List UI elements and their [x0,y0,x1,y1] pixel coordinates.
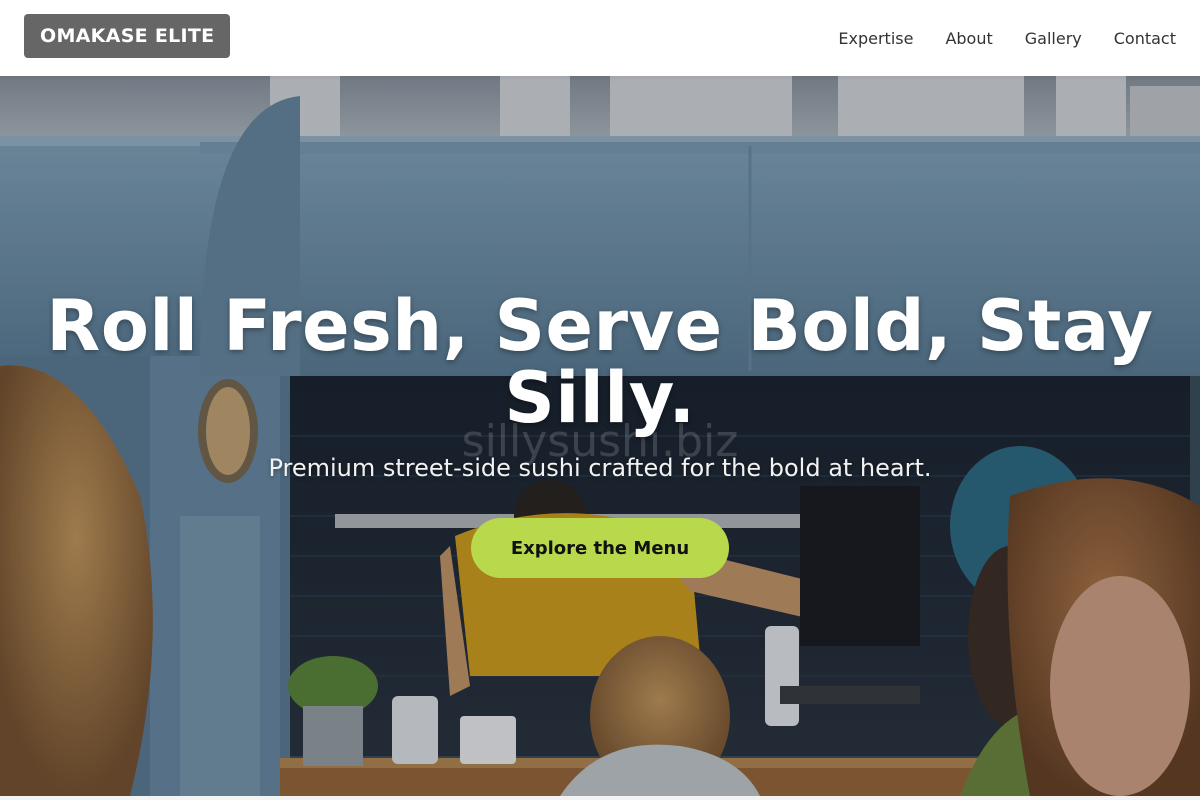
site-header: OMAKASE ELITE Expertise About Gallery Co… [0,0,1200,76]
page-bottom-strip [0,796,1200,800]
explore-menu-button[interactable]: Explore the Menu [471,518,729,578]
hero-section: sillysushi.biz Roll Fresh, Serve Bold, S… [0,76,1200,796]
hero-headline: Roll Fresh, Serve Bold, Stay Silly. [46,285,1154,439]
nav-link-about[interactable]: About [945,29,992,48]
nav-link-gallery[interactable]: Gallery [1025,29,1082,48]
main-nav: Expertise About Gallery Contact [838,29,1176,48]
brand-logo[interactable]: OMAKASE ELITE [24,14,231,58]
hero-subtitle: Premium street-side sushi crafted for th… [268,454,932,482]
nav-link-expertise[interactable]: Expertise [838,29,913,48]
nav-link-contact[interactable]: Contact [1114,29,1176,48]
